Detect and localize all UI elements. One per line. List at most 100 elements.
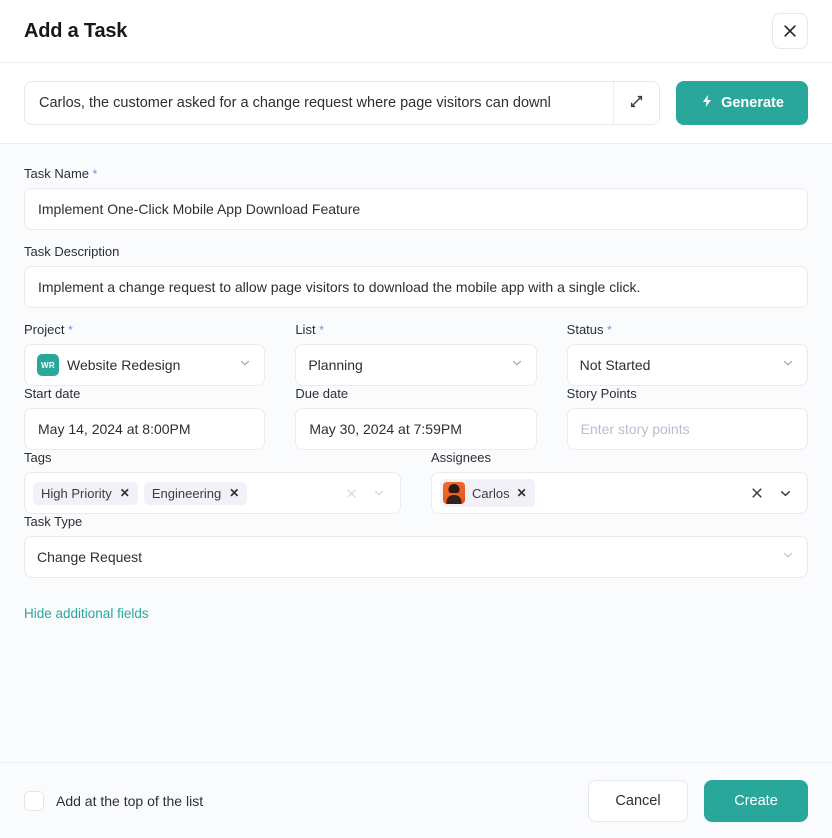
ai-prompt-input[interactable] (25, 82, 613, 124)
status-label-text: Status (566, 322, 604, 337)
remove-assignee-icon[interactable]: ✕ (517, 487, 527, 499)
due-date-label: Due date (295, 386, 536, 401)
assignee-chip[interactable]: Carlos ✕ (440, 479, 535, 507)
list-select-value: Planning (308, 357, 363, 373)
project-select[interactable]: WR Website Redesign (24, 344, 266, 386)
task-description-input[interactable] (24, 266, 808, 308)
row-tags-assignees: Tags High Priority ✕ Engineering ✕ Assig… (24, 450, 808, 514)
footer-actions: Cancel Create (588, 779, 808, 822)
prompt-input-wrapper (24, 81, 660, 125)
assignees-dropdown-toggle[interactable] (774, 486, 797, 501)
row-project-list-status: Project * WR Website Redesign List * Pla… (24, 322, 808, 386)
generate-button[interactable]: Generate (676, 81, 808, 125)
due-date-input[interactable] (295, 408, 537, 450)
tag-chip[interactable]: Engineering ✕ (143, 481, 248, 505)
field-status: Status * Not Started (566, 322, 808, 386)
field-due-date: Due date (295, 386, 537, 450)
remove-tag-icon[interactable]: ✕ (120, 487, 130, 499)
page-title: Add a Task (24, 19, 128, 42)
story-points-label-text: Story Points (566, 386, 637, 401)
field-task-name: Task Name * (24, 166, 808, 230)
modal-footer: Add at the top of the list Cancel Create (0, 762, 832, 838)
field-task-type: Task Type Change Request (24, 514, 808, 578)
task-type-label: Task Type (24, 514, 808, 529)
add-to-top-checkbox-wrapper[interactable]: Add at the top of the list (24, 790, 204, 811)
close-icon (347, 488, 356, 498)
start-date-label-text: Start date (24, 386, 81, 401)
avatar (443, 482, 465, 504)
create-button[interactable]: Create (704, 779, 808, 822)
expand-diagonal-icon (629, 94, 644, 112)
ai-prompt-bar: Generate (0, 62, 832, 144)
close-icon (782, 23, 798, 39)
chevron-down-icon (510, 356, 524, 375)
lightning-bolt-icon (700, 94, 714, 112)
required-marker: * (92, 167, 98, 181)
assignees-label: Assignees (431, 450, 808, 465)
required-marker: * (319, 323, 324, 337)
project-label-text: Project (24, 322, 65, 337)
list-select[interactable]: Planning (295, 344, 537, 386)
close-button[interactable] (772, 13, 808, 49)
tags-select[interactable]: High Priority ✕ Engineering ✕ (24, 472, 401, 514)
task-name-label: Task Name * (24, 166, 808, 181)
add-to-top-label: Add at the top of the list (56, 792, 204, 809)
tag-chip-label: Engineering (151, 485, 222, 501)
add-to-top-checkbox[interactable] (24, 790, 44, 811)
field-start-date: Start date (24, 386, 266, 450)
tag-chip[interactable]: High Priority ✕ (33, 481, 138, 505)
field-story-points: Story Points (566, 386, 808, 450)
task-type-label-text: Task Type (24, 514, 83, 529)
tags-dropdown-toggle[interactable] (368, 486, 390, 500)
chevron-down-icon (781, 490, 790, 496)
task-description-label-text: Task Description (24, 244, 120, 259)
tags-label: Tags (24, 450, 401, 465)
task-type-select-value: Change Request (37, 549, 143, 565)
tags-label-text: Tags (24, 450, 52, 465)
assignees-label-text: Assignees (431, 450, 491, 465)
project-select-value: Website Redesign (67, 357, 181, 373)
clear-assignees-button[interactable] (746, 486, 768, 500)
modal-header: Add a Task (0, 0, 832, 62)
tag-chip-label: High Priority (41, 485, 112, 501)
start-date-label: Start date (24, 386, 265, 401)
chevron-down-icon (238, 356, 252, 375)
toggle-additional-fields-link[interactable]: Hide additional fields (24, 606, 149, 621)
start-date-input[interactable] (24, 408, 266, 450)
assignees-chip-list: Carlos ✕ (440, 479, 740, 507)
close-icon (752, 488, 762, 498)
remove-tag-icon[interactable]: ✕ (229, 487, 239, 499)
modal-body: Task Name * Task Description Project * W… (0, 144, 832, 762)
field-project: Project * WR Website Redesign (24, 322, 266, 386)
field-list: List * Planning (295, 322, 537, 386)
status-label: Status * (567, 322, 808, 337)
field-assignees: Assignees Carlos ✕ (431, 450, 808, 514)
required-marker: * (607, 323, 612, 337)
tags-chip-list: High Priority ✕ Engineering ✕ (33, 481, 335, 505)
assignee-chip-label: Carlos (472, 485, 510, 501)
list-label-text: List (295, 322, 316, 337)
list-label: List * (295, 322, 536, 337)
add-task-modal: Add a Task Carlos, the customer asked fo… (0, 0, 832, 838)
project-label: Project * (24, 322, 265, 337)
cancel-button[interactable]: Cancel (588, 779, 688, 822)
clear-tags-button[interactable] (341, 487, 362, 500)
field-task-description: Task Description (24, 244, 808, 308)
status-select[interactable]: Not Started (566, 344, 808, 386)
story-points-input[interactable] (566, 408, 808, 450)
row-dates-story-points: Start date Due date Story Points (24, 386, 808, 450)
assignees-select[interactable]: Carlos ✕ (431, 472, 808, 514)
task-description-label: Task Description (24, 244, 808, 259)
expand-prompt-button[interactable] (613, 82, 659, 124)
task-name-label-text: Task Name (24, 166, 90, 181)
chevron-down-icon (374, 490, 384, 496)
generate-button-label: Generate (721, 95, 784, 111)
project-badge: WR (37, 354, 59, 376)
chevron-down-icon (781, 548, 795, 567)
status-select-value: Not Started (579, 357, 651, 373)
task-type-select[interactable]: Change Request (24, 536, 808, 578)
task-name-input[interactable] (24, 188, 808, 230)
field-tags: Tags High Priority ✕ Engineering ✕ (24, 450, 401, 514)
due-date-label-text: Due date (295, 386, 349, 401)
required-marker: * (68, 323, 73, 337)
